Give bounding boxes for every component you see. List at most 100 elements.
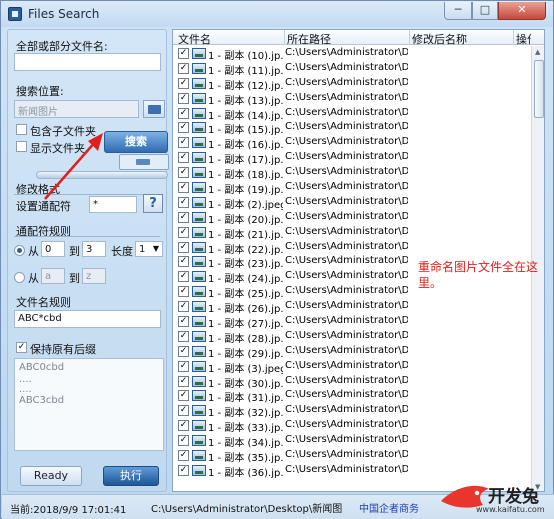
table-row[interactable]: ✓ 1 - 副本 (12).jp... C:\Users\Administrator… [173, 76, 531, 92]
file-path-cell: C:\Users\Administrator\De... [285, 61, 408, 73]
window-title: Files Search [28, 7, 100, 21]
table-row[interactable]: ✓ 1 - 副本 (19).jp... C:\Users\Administrator… [173, 180, 531, 196]
table-row[interactable]: ✓ 1 - 副本 (35).jp... C:\Users\Administrator… [173, 448, 531, 464]
row-checkbox[interactable]: ✓ [178, 211, 189, 223]
table-row[interactable]: ✓ 1 - 副本 (3).jpeg C:\Users\Administrator\D… [173, 359, 531, 375]
help-button[interactable]: ? [143, 194, 163, 213]
row-checkbox[interactable]: ✓ [178, 375, 189, 387]
table-row[interactable]: ✓ 1 - 副本 (27).jp... C:\Users\Administrator… [173, 314, 531, 330]
row-checkbox[interactable]: ✓ [178, 226, 189, 238]
filename-rule-input[interactable]: ABC*cbd [14, 310, 161, 328]
row-checkbox[interactable]: ✓ [178, 241, 189, 253]
row-checkbox[interactable]: ✓ [178, 420, 189, 432]
from-number-input[interactable]: 0 [41, 241, 65, 257]
table-row[interactable]: ✓ 1 - 副本 (11).jp... C:\Users\Administrator… [173, 61, 531, 77]
table-row[interactable]: ✓ 1 - 副本 (22).jp... C:\Users\Administrator… [173, 240, 531, 256]
row-checkbox[interactable]: ✓ [178, 405, 189, 417]
row-checkbox[interactable]: ✓ [178, 360, 189, 372]
length-select[interactable]: 1 ▼ [135, 241, 163, 257]
annotation-note: 重命名图片文件全在这里。 [418, 260, 539, 290]
row-checkbox[interactable]: ✓ [178, 435, 189, 447]
browse-folder-button[interactable] [143, 100, 165, 118]
scroll-up-icon[interactable]: ▲ [535, 48, 540, 56]
row-checkbox[interactable]: ✓ [178, 301, 189, 313]
table-row[interactable]: ✓ 1 - 副本 (29).jp... C:\Users\Administrator… [173, 344, 531, 360]
column-header-action[interactable]: 操作 [516, 31, 531, 47]
file-path-cell: C:\Users\Administrator\De... [285, 166, 408, 178]
row-checkbox[interactable]: ✓ [178, 152, 189, 164]
to-letter-input[interactable]: z [82, 268, 106, 284]
row-checkbox[interactable]: ✓ [178, 345, 189, 357]
row-checkbox[interactable]: ✓ [178, 196, 189, 208]
column-header-newname[interactable]: 修改后名称 [412, 31, 467, 47]
image-file-icon [192, 360, 206, 372]
row-checkbox[interactable]: ✓ [178, 122, 189, 134]
table-row[interactable]: ✓ 1 - 副本 (30).jp... C:\Users\Administrator… [173, 374, 531, 390]
column-divider[interactable] [409, 30, 410, 45]
file-name-cell: 1 - 副本 (32).jp... [208, 408, 283, 420]
table-row[interactable]: ✓ 1 - 副本 (17).jp... C:\Users\Administrator… [173, 150, 531, 167]
row-checkbox[interactable]: ✓ [178, 316, 189, 328]
table-row[interactable]: ✓ 1 - 副本 (16).jp... C:\Users\Administrator… [173, 135, 531, 151]
row-checkbox[interactable]: ✓ [178, 450, 189, 462]
table-row[interactable]: ✓ 1 - 副本 (33).jp... C:\Users\Administrator… [173, 418, 531, 434]
filename-input[interactable] [14, 53, 161, 71]
row-checkbox[interactable]: ✓ [178, 48, 189, 59]
small-toggle-button[interactable] [119, 154, 169, 170]
to-number-input[interactable]: 3 [82, 241, 106, 257]
execute-button[interactable]: 执行 [103, 466, 159, 486]
keep-extension-checkbox[interactable]: ✓ [16, 342, 27, 353]
row-checkbox[interactable]: ✓ [178, 137, 189, 149]
maximize-button[interactable]: □ [472, 2, 498, 20]
column-header-filename[interactable]: 文件名 [178, 31, 211, 47]
from-letter-input[interactable]: a [41, 268, 65, 284]
image-file-icon [192, 241, 206, 253]
file-name-cell: 1 - 副本 (17).jp... [208, 155, 283, 167]
column-divider[interactable] [513, 30, 514, 45]
row-checkbox[interactable]: ✓ [178, 182, 189, 194]
row-checkbox[interactable]: ✓ [178, 107, 189, 119]
table-row[interactable]: ✓ 1 - 副本 (34).jp... C:\Users\Administrator… [173, 433, 531, 449]
row-checkbox[interactable]: ✓ [178, 256, 189, 268]
minimize-button[interactable]: ─ [444, 2, 472, 20]
close-button[interactable]: ✕ [498, 2, 546, 20]
table-row[interactable]: ✓ 1 - 副本 (32).jp... C:\Users\Administrator… [173, 403, 531, 420]
image-file-icon [192, 464, 206, 476]
include-subfolders-checkbox[interactable] [16, 124, 27, 135]
row-checkbox[interactable]: ✓ [178, 390, 189, 402]
file-path-cell: C:\Users\Administrator\De... [285, 76, 408, 88]
table-row[interactable]: ✓ 1 - 副本 (18).jp... C:\Users\Administrator… [173, 165, 531, 181]
range-number-radio[interactable] [14, 245, 25, 256]
title-bar[interactable]: Files Search ─ □ ✕ [1, 1, 553, 27]
table-row[interactable]: ✓ 1 - 副本 (10).jp... C:\Users\Administrator… [173, 46, 531, 62]
table-row[interactable]: ✓ 1 - 副本 (28).jp... C:\Users\Administrator… [173, 329, 531, 345]
range-letter-radio[interactable] [14, 272, 25, 283]
row-checkbox[interactable]: ✓ [178, 286, 189, 298]
length-value: 1 [139, 244, 146, 255]
table-row[interactable]: ✓ 1 - 副本 (13).jp... C:\Users\Administrator… [173, 91, 531, 107]
row-checkbox[interactable]: ✓ [178, 62, 189, 74]
scroll-thumb[interactable] [534, 60, 544, 118]
table-row[interactable]: ✓ 1 - 副本 (21).jp... C:\Users\Administrator… [173, 225, 531, 241]
table-row[interactable]: ✓ 1 - 副本 (36).jp... C:\Users\Administrator… [173, 463, 531, 479]
row-checkbox[interactable]: ✓ [178, 271, 189, 283]
row-checkbox[interactable]: ✓ [178, 77, 189, 89]
ready-button[interactable]: Ready [20, 466, 82, 486]
column-header-path[interactable]: 所在路径 [287, 31, 331, 47]
table-row[interactable]: ✓ 1 - 副本 (20).jp... C:\Users\Administrator… [173, 210, 531, 226]
location-input[interactable]: 新闻图片 [14, 100, 139, 118]
preview-item: .... [19, 384, 32, 395]
column-divider[interactable] [284, 30, 285, 45]
table-row[interactable]: ✓ 1 - 副本 (15).jp... C:\Users\Administrator… [173, 120, 531, 136]
table-row[interactable]: ✓ 1 - 副本 (26).jp... C:\Users\Administrator… [173, 299, 531, 315]
row-checkbox[interactable]: ✓ [178, 464, 189, 476]
row-checkbox[interactable]: ✓ [178, 330, 189, 342]
row-checkbox[interactable]: ✓ [178, 167, 189, 179]
table-row[interactable]: ✓ 1 - 副本 (31).jp... C:\Users\Administrator… [173, 388, 531, 404]
table-row[interactable]: ✓ 1 - 副本 (14).jp... C:\Users\Administrator… [173, 106, 531, 122]
image-file-icon [192, 435, 206, 447]
table-row[interactable]: ✓ 1 - 副本 (2).jpeg C:\Users\Administrator\D… [173, 195, 531, 211]
show-folders-checkbox[interactable] [16, 141, 27, 152]
row-checkbox[interactable]: ✓ [178, 92, 189, 104]
search-button[interactable]: 搜索 [104, 131, 168, 153]
